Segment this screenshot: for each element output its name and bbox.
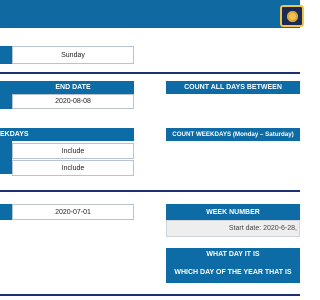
include-cell-1[interactable]: Include: [12, 143, 134, 159]
date-value-cell[interactable]: 2020-07-01: [12, 204, 134, 220]
section-divider-2: [0, 190, 300, 192]
what-day-header: WHAT DAY IT IS: [166, 248, 300, 261]
count-weekdays-header: COUNT WEEKDAYS (Monday – Saturday): [166, 128, 300, 141]
include-cell-2[interactable]: Include: [12, 160, 134, 176]
weekdays-header: EKDAYS: [0, 128, 134, 141]
app-logo-icon[interactable]: [280, 5, 304, 27]
section-divider-1: [0, 72, 300, 74]
section-divider-3: [0, 294, 300, 296]
end-date-header: END DATE: [0, 81, 134, 94]
count-all-days-header: COUNT ALL DAYS BETWEEN: [166, 81, 300, 94]
left-cap-3: [0, 141, 12, 174]
which-day-of-year-header: WHICH DAY OF THE YEAR THAT IS: [166, 261, 300, 283]
sun-emblem-icon: [286, 10, 298, 22]
start-date-cell: Start date: 2020-6-28,: [166, 220, 300, 237]
top-bar: [0, 0, 300, 28]
end-date-value-cell[interactable]: 2020-08-08: [12, 94, 134, 109]
left-cap-1: [0, 46, 12, 64]
week-number-header: WEEK NUMBER: [166, 204, 300, 220]
weekdays-header-label: EKDAYS: [0, 131, 29, 138]
end-date-header-label: END DATE: [55, 84, 91, 91]
left-cap-4: [0, 204, 12, 220]
day-value-cell[interactable]: Sunday: [12, 46, 134, 64]
left-cap-2: [0, 94, 12, 109]
